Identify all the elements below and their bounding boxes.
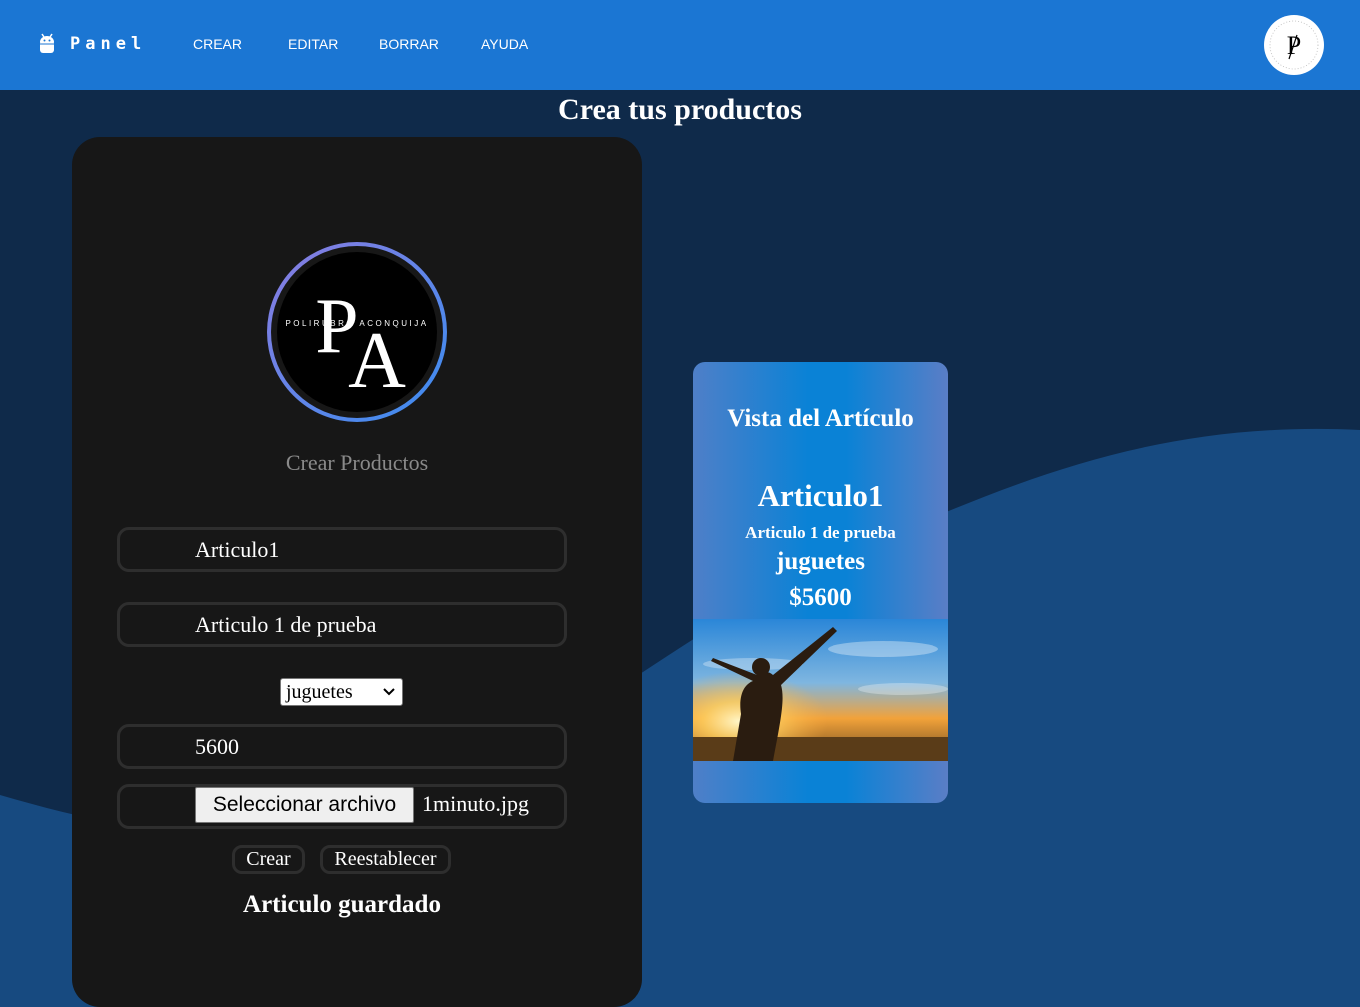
logo-pa-icon: P: [1269, 20, 1319, 70]
create-product-form: P A POLIRUBRO ACONQUIJA Crear Productos …: [72, 137, 642, 1007]
product-preview-card: Vista del Artículo Articulo1 Articulo 1 …: [693, 362, 948, 803]
svg-text:POLIRUBRO ACONQUIJA: POLIRUBRO ACONQUIJA: [285, 319, 428, 328]
preview-price: $5600: [789, 584, 852, 611]
preview-description: Articulo 1 de prueba: [745, 523, 896, 542]
brand-label: Panel: [70, 34, 147, 54]
brand[interactable]: Panel: [38, 33, 146, 55]
nav-editar[interactable]: EDITAR: [288, 36, 338, 52]
select-file-button[interactable]: Seleccionar archivo: [195, 787, 414, 823]
page-title: Crea tus productos: [558, 93, 802, 126]
nav-crear[interactable]: CREAR: [193, 36, 242, 52]
navbar: Panel CREAR EDITAR BORRAR AYUDA P: [0, 0, 1360, 90]
logo: P A POLIRUBRO ACONQUIJA: [267, 242, 447, 422]
svg-text:A: A: [348, 317, 406, 405]
reset-button[interactable]: Reestablecer: [320, 845, 451, 874]
preview-image: [693, 619, 948, 761]
create-button[interactable]: Crear: [232, 845, 305, 874]
price-input[interactable]: [117, 724, 567, 769]
name-input[interactable]: [117, 527, 567, 572]
nav-borrar[interactable]: BORRAR: [379, 36, 439, 52]
category-selected: juguetes: [286, 681, 353, 703]
file-name: 1minuto.jpg: [422, 791, 529, 816]
android-icon: [40, 33, 54, 53]
preview-heading: Vista del Artículo: [727, 405, 914, 432]
nav-ayuda[interactable]: AYUDA: [481, 36, 528, 52]
chevron-down-icon: [383, 688, 395, 696]
preview-name: Articulo1: [757, 478, 884, 513]
file-input: Seleccionar archivo 1minuto.jpg: [117, 784, 567, 829]
preview-category: juguetes: [776, 548, 865, 575]
category-select[interactable]: juguetes: [280, 678, 403, 706]
logo-pa-icon: P A POLIRUBRO ACONQUIJA: [285, 282, 428, 405]
avatar[interactable]: P: [1264, 15, 1324, 75]
description-input[interactable]: [117, 602, 567, 647]
status-message: Articulo guardado: [243, 891, 441, 918]
form-subtitle: Crear Productos: [285, 450, 429, 475]
